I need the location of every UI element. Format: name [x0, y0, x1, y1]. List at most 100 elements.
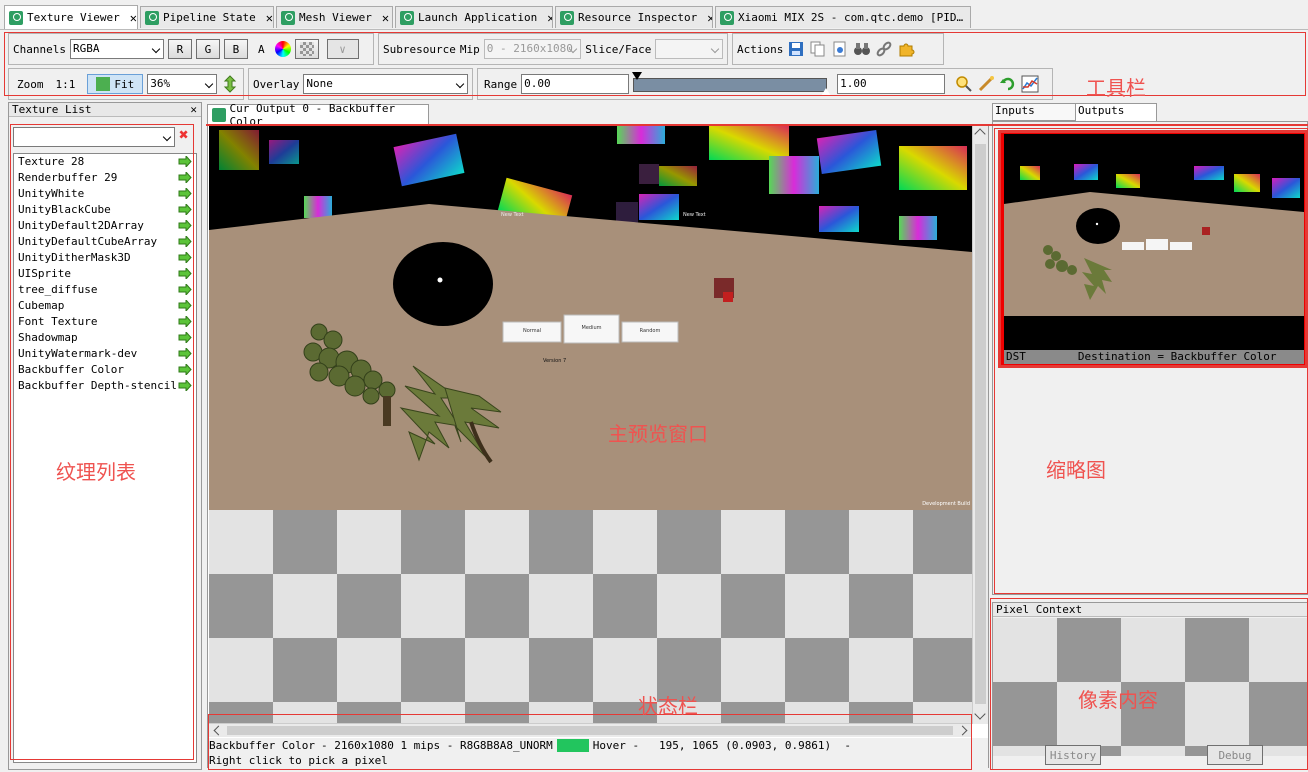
tab-launch-application[interactable]: Launch Application ✕ — [395, 6, 553, 28]
scene-label-right: New Text — [683, 212, 706, 218]
scroll-right-icon[interactable] — [957, 725, 968, 736]
range-min-handle[interactable] — [632, 72, 643, 80]
channel-g-toggle[interactable]: G — [195, 39, 220, 59]
tab-inputs[interactable]: Inputs — [992, 103, 1076, 121]
auto-fit-icon[interactable] — [977, 75, 995, 93]
tab-capture[interactable]: Xiaomi MIX 2S - com.qtc.demo [PID… ✕ — [715, 6, 971, 28]
range-max-input[interactable]: 1.00 — [837, 74, 946, 94]
histogram-icon[interactable] — [1021, 75, 1039, 93]
open-texture-arrow-icon[interactable] — [178, 380, 192, 391]
tab-outputs[interactable]: Outputs — [1075, 103, 1157, 122]
close-icon[interactable]: ✕ — [260, 11, 273, 25]
color-wheel-icon[interactable] — [274, 41, 291, 57]
open-texture-arrow-icon[interactable] — [178, 188, 192, 199]
texture-list-item[interactable]: UISprite — [14, 266, 196, 282]
link-icon[interactable] — [875, 40, 893, 58]
open-texture-arrow-icon[interactable] — [178, 252, 192, 263]
overlay-select[interactable]: None — [303, 74, 468, 94]
history-button[interactable]: History — [1045, 745, 1101, 765]
texture-list-item[interactable]: UnityWatermark-dev — [14, 346, 196, 362]
texture-list-item[interactable]: Backbuffer Depth-stencil — [14, 378, 196, 394]
slice-face-select[interactable] — [655, 39, 723, 59]
open-texture-arrow-icon[interactable] — [178, 300, 192, 311]
texture-list-item[interactable]: Shadowmap — [14, 330, 196, 346]
texture-list-item-label: UnityBlackCube — [18, 203, 111, 216]
channel-r-toggle[interactable]: R — [167, 39, 192, 59]
flip-vertical-icon[interactable] — [221, 75, 239, 93]
mip-select[interactable]: 0 - 2160x1080 — [483, 39, 582, 59]
close-icon[interactable]: ✕ — [124, 11, 137, 25]
texture-list-item[interactable]: Renderbuffer 29 — [14, 170, 196, 186]
texture-list-item[interactable]: UnityDefault2DArray — [14, 218, 196, 234]
open-texture-arrow-icon[interactable] — [178, 156, 192, 167]
texture-list-item[interactable]: Texture 28 — [14, 154, 196, 170]
range-min-input[interactable]: 0.00 — [521, 74, 630, 94]
copy-icon[interactable] — [809, 40, 827, 58]
close-icon[interactable]: ✕ — [541, 11, 552, 25]
close-icon[interactable]: ✕ — [701, 11, 712, 25]
app-icon — [281, 10, 295, 25]
texture-list-item[interactable]: Cubemap — [14, 298, 196, 314]
scroll-down-icon[interactable] — [974, 708, 986, 720]
texture-list-item[interactable]: Backbuffer Color — [14, 362, 196, 378]
tab-resource-inspector[interactable]: Resource Inspector ✕ — [555, 6, 713, 28]
close-icon[interactable]: ✕ — [190, 103, 197, 117]
status-bar: Backbuffer Color - 2160x1080 1 mips - R8… — [208, 738, 988, 768]
fit-toggle[interactable]: Fit — [87, 74, 144, 94]
flip-y-button[interactable]: ∨ — [326, 39, 359, 59]
status-line-1: Backbuffer Color - 2160x1080 1 mips - R8… — [209, 739, 851, 752]
channels-select[interactable]: RGBA — [69, 39, 164, 59]
open-texture-arrow-icon[interactable] — [178, 348, 192, 359]
scroll-up-icon[interactable] — [974, 128, 986, 140]
puzzle-icon[interactable] — [897, 40, 915, 58]
range-max-handle[interactable] — [821, 88, 832, 96]
output-thumbnail[interactable]: DST Destination = Backbuffer Color — [1001, 131, 1307, 367]
open-in-resource-inspector-icon[interactable] — [831, 40, 849, 58]
tab-pipeline-state[interactable]: Pipeline State ✕ — [140, 6, 274, 28]
open-texture-arrow-icon[interactable] — [178, 316, 192, 327]
channel-b-toggle[interactable]: B — [223, 39, 248, 59]
texture-list-item[interactable]: tree_diffuse — [14, 282, 196, 298]
clear-filter-icon[interactable]: ✖ — [179, 125, 189, 144]
subresource-group: Subresource Mip 0 - 2160x1080 Slice/Face — [378, 33, 728, 65]
texture-list-item[interactable]: UnityWhite — [14, 186, 196, 202]
thumbnail-caption: DST Destination = Backbuffer Color — [1004, 350, 1304, 364]
tab-texture-viewer[interactable]: Texture Viewer ✕ — [4, 5, 138, 29]
close-icon[interactable]: ✕ — [376, 11, 389, 25]
texture-canvas[interactable]: New Text New Text Normal Medium Random V… — [209, 126, 972, 724]
debug-button[interactable]: Debug — [1207, 745, 1263, 765]
channel-a-toggle[interactable]: A — [252, 43, 271, 56]
open-texture-arrow-icon[interactable] — [178, 284, 192, 295]
tab-cur-output[interactable]: Cur Output 0 - Backbuffer Color — [207, 102, 429, 128]
zoom-1to1-button[interactable]: 1:1 — [48, 78, 84, 91]
open-texture-arrow-icon[interactable] — [178, 172, 192, 183]
range-slider[interactable] — [632, 72, 832, 96]
close-icon[interactable]: ✕ — [967, 11, 970, 25]
open-texture-arrow-icon[interactable] — [178, 236, 192, 247]
open-texture-arrow-icon[interactable] — [178, 220, 192, 231]
horizontal-scrollbar[interactable] — [209, 723, 972, 737]
reset-icon[interactable] — [999, 75, 1017, 93]
scroll-left-icon[interactable] — [213, 725, 224, 736]
texture-list-panel: Texture List ✕ ✖ Texture 28 Renderbuffer … — [8, 102, 202, 770]
texture-list-item[interactable]: Font Texture — [14, 314, 196, 330]
texture-list-item[interactable]: UnityBlackCube — [14, 202, 196, 218]
save-icon[interactable] — [787, 40, 805, 58]
tab-mesh-viewer[interactable]: Mesh Viewer ✕ — [276, 6, 393, 28]
texture-filter-select[interactable] — [13, 127, 175, 147]
texture-list-item[interactable]: UnityDitherMask3D — [14, 250, 196, 266]
vertical-scroll-thumb[interactable] — [975, 144, 986, 704]
horizontal-scroll-thumb[interactable] — [227, 726, 953, 735]
zoom-select[interactable]: 36% — [147, 74, 217, 94]
vertical-scrollbar[interactable] — [972, 126, 988, 724]
open-texture-arrow-icon[interactable] — [178, 204, 192, 215]
zoom-extents-icon[interactable] — [955, 75, 973, 93]
texture-list-item[interactable]: UnityDefaultCubeArray — [14, 234, 196, 250]
scene-label-left: New Text — [501, 212, 524, 218]
annotation-toolbar: 工具栏 — [1086, 76, 1146, 100]
open-texture-arrow-icon[interactable] — [178, 364, 192, 375]
open-texture-arrow-icon[interactable] — [178, 268, 192, 279]
open-texture-arrow-icon[interactable] — [178, 332, 192, 343]
checkerboard-toggle[interactable] — [294, 39, 319, 59]
binoculars-icon[interactable] — [853, 40, 871, 58]
